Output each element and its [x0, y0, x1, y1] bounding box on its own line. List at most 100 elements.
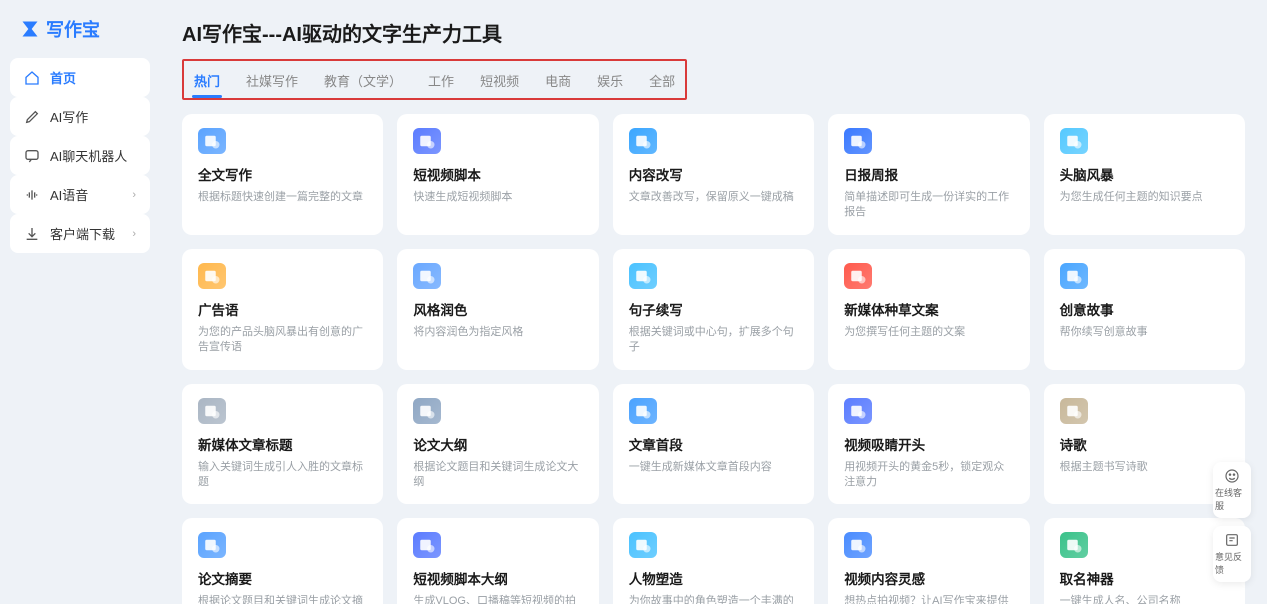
- tab-3[interactable]: 工作: [426, 65, 456, 96]
- sidebar-item-0[interactable]: 首页: [10, 58, 150, 97]
- card-13[interactable]: 视频吸睛开头用视频开头的黄金5秒，锁定观众注意力: [828, 384, 1029, 505]
- card-desc: 将内容润色为指定风格: [413, 325, 582, 340]
- card-title: 论文摘要: [198, 568, 367, 588]
- card-desc: 根据标题快速创建一篇完整的文章: [198, 190, 367, 205]
- logo-text: 写作宝: [46, 16, 100, 42]
- card-title: 视频吸睛开头: [844, 434, 1013, 454]
- card-title: 广告语: [198, 299, 367, 319]
- sidebar-item-label: 客户端下载: [50, 224, 115, 243]
- float-btn-0[interactable]: 在线客服: [1213, 462, 1251, 518]
- card-desc: 简单描述即可生成一份详实的工作报告: [844, 190, 1013, 221]
- page-title: AI写作宝---AI驱动的文字生产力工具: [182, 18, 1245, 47]
- card-icon: [1060, 128, 1088, 154]
- card-title: 新媒体文章标题: [198, 434, 367, 454]
- card-16[interactable]: 短视频脚本大纲生成VLOG、口播稿等短视频的拍摄大纲: [397, 518, 598, 604]
- card-desc: 用视频开头的黄金5秒，锁定观众注意力: [844, 460, 1013, 491]
- card-0[interactable]: 全文写作根据标题快速创建一篇完整的文章: [182, 114, 383, 235]
- card-icon: [413, 263, 441, 289]
- sidebar-item-1[interactable]: AI写作: [10, 97, 150, 136]
- card-desc: 帮你续写创意故事: [1060, 325, 1229, 340]
- card-title: 风格润色: [413, 299, 582, 319]
- card-9[interactable]: 创意故事帮你续写创意故事: [1044, 249, 1245, 370]
- tab-5[interactable]: 电商: [543, 65, 573, 96]
- tab-1[interactable]: 社媒写作: [244, 65, 300, 96]
- card-2[interactable]: 内容改写文章改善改写，保留原义一键成稿: [613, 114, 814, 235]
- main-content: AI写作宝---AI驱动的文字生产力工具 热门社媒写作教育（文学） 工作短视频电商…: [160, 0, 1267, 604]
- card-17[interactable]: 人物塑造为你故事中的角色塑造一个丰满的人物形象: [613, 518, 814, 604]
- card-5[interactable]: 广告语为您的产品头脑风暴出有创意的广告宣传语: [182, 249, 383, 370]
- tab-0[interactable]: 热门: [192, 65, 222, 96]
- tab-4[interactable]: 短视频: [478, 65, 521, 96]
- card-title: 人物塑造: [629, 568, 798, 588]
- card-title: 视频内容灵感: [844, 568, 1013, 588]
- card-title: 内容改写: [629, 164, 798, 184]
- card-15[interactable]: 论文摘要根据论文题目和关键词生成论文摘要: [182, 518, 383, 604]
- card-title: 创意故事: [1060, 299, 1229, 319]
- card-desc: 输入关键词生成引人入胜的文章标题: [198, 460, 367, 491]
- card-11[interactable]: 论文大纲根据论文题目和关键词生成论文大纲: [397, 384, 598, 505]
- card-icon: [198, 128, 226, 154]
- card-icon: [844, 128, 872, 154]
- card-title: 取名神器: [1060, 568, 1229, 588]
- card-icon: [413, 128, 441, 154]
- card-desc: 一键生成人名、公司名称: [1060, 594, 1229, 604]
- card-title: 诗歌: [1060, 434, 1229, 454]
- float-btn-label: 在线客服: [1215, 486, 1249, 512]
- tab-6[interactable]: 娱乐: [595, 65, 625, 96]
- card-desc: 为您撰写任何主题的文案: [844, 325, 1013, 340]
- card-title: 短视频脚本大纲: [413, 568, 582, 588]
- card-icon: [844, 398, 872, 424]
- card-icon: [629, 398, 657, 424]
- card-10[interactable]: 新媒体文章标题输入关键词生成引人入胜的文章标题: [182, 384, 383, 505]
- tab-bar: 热门社媒写作教育（文学） 工作短视频电商娱乐全部: [192, 65, 677, 96]
- card-4[interactable]: 头脑风暴为您生成任何主题的知识要点: [1044, 114, 1245, 235]
- card-title: 日报周报: [844, 164, 1013, 184]
- sidebar: 写作宝 首页AI写作 AI聊天机器人 AI语音 › 客户端下载 ›: [0, 0, 160, 604]
- card-icon: [198, 398, 226, 424]
- sidebar-item-4[interactable]: 客户端下载 ›: [10, 214, 150, 253]
- card-title: 新媒体种草文案: [844, 299, 1013, 319]
- card-desc: 根据论文题目和关键词生成论文大纲: [413, 460, 582, 491]
- card-title: 论文大纲: [413, 434, 582, 454]
- card-icon: [629, 263, 657, 289]
- feedback-icon: [1224, 532, 1240, 548]
- card-icon: [844, 532, 872, 558]
- card-icon: [413, 532, 441, 558]
- card-icon: [1060, 398, 1088, 424]
- card-grid: 全文写作根据标题快速创建一篇完整的文章短视频脚本快速生成短视频脚本内容改写文章改…: [182, 114, 1245, 604]
- service-icon: [1224, 468, 1240, 484]
- home-icon: [24, 70, 40, 86]
- tab-2[interactable]: 教育（文学）: [322, 65, 404, 96]
- card-6[interactable]: 风格润色将内容润色为指定风格: [397, 249, 598, 370]
- sidebar-item-2[interactable]: AI聊天机器人: [10, 136, 150, 175]
- card-desc: 文章改善改写，保留原义一键成稿: [629, 190, 798, 205]
- card-icon: [1060, 532, 1088, 558]
- card-title: 短视频脚本: [413, 164, 582, 184]
- logo[interactable]: 写作宝: [10, 10, 150, 52]
- sidebar-item-label: AI语音: [50, 185, 88, 204]
- card-desc: 根据论文题目和关键词生成论文摘要: [198, 594, 367, 604]
- card-desc: 为您的产品头脑风暴出有创意的广告宣传语: [198, 325, 367, 356]
- tabs-highlight-box: 热门社媒写作教育（文学） 工作短视频电商娱乐全部: [182, 59, 687, 100]
- card-3[interactable]: 日报周报简单描述即可生成一份详实的工作报告: [828, 114, 1029, 235]
- sidebar-item-label: AI聊天机器人: [50, 146, 127, 165]
- tab-7[interactable]: 全部: [647, 65, 677, 96]
- card-icon: [844, 263, 872, 289]
- card-desc: 根据关键词或中心句，扩展多个句子: [629, 325, 798, 356]
- card-12[interactable]: 文章首段一键生成新媒体文章首段内容: [613, 384, 814, 505]
- card-icon: [413, 398, 441, 424]
- float-btn-1[interactable]: 意见反馈: [1213, 526, 1251, 582]
- card-18[interactable]: 视频内容灵感想热点拍视频？让AI写作宝来提供灵感: [828, 518, 1029, 604]
- floating-actions: 在线客服意见反馈: [1213, 462, 1251, 582]
- card-desc: 根据主题书写诗歌: [1060, 460, 1229, 475]
- float-btn-label: 意见反馈: [1215, 550, 1249, 576]
- card-8[interactable]: 新媒体种草文案为您撰写任何主题的文案: [828, 249, 1029, 370]
- sidebar-item-3[interactable]: AI语音 ›: [10, 175, 150, 214]
- card-7[interactable]: 句子续写根据关键词或中心句，扩展多个句子: [613, 249, 814, 370]
- card-icon: [1060, 263, 1088, 289]
- card-icon: [629, 128, 657, 154]
- chevron-right-icon: ›: [132, 228, 136, 240]
- chevron-right-icon: ›: [132, 189, 136, 201]
- card-1[interactable]: 短视频脚本快速生成短视频脚本: [397, 114, 598, 235]
- card-desc: 快速生成短视频脚本: [413, 190, 582, 205]
